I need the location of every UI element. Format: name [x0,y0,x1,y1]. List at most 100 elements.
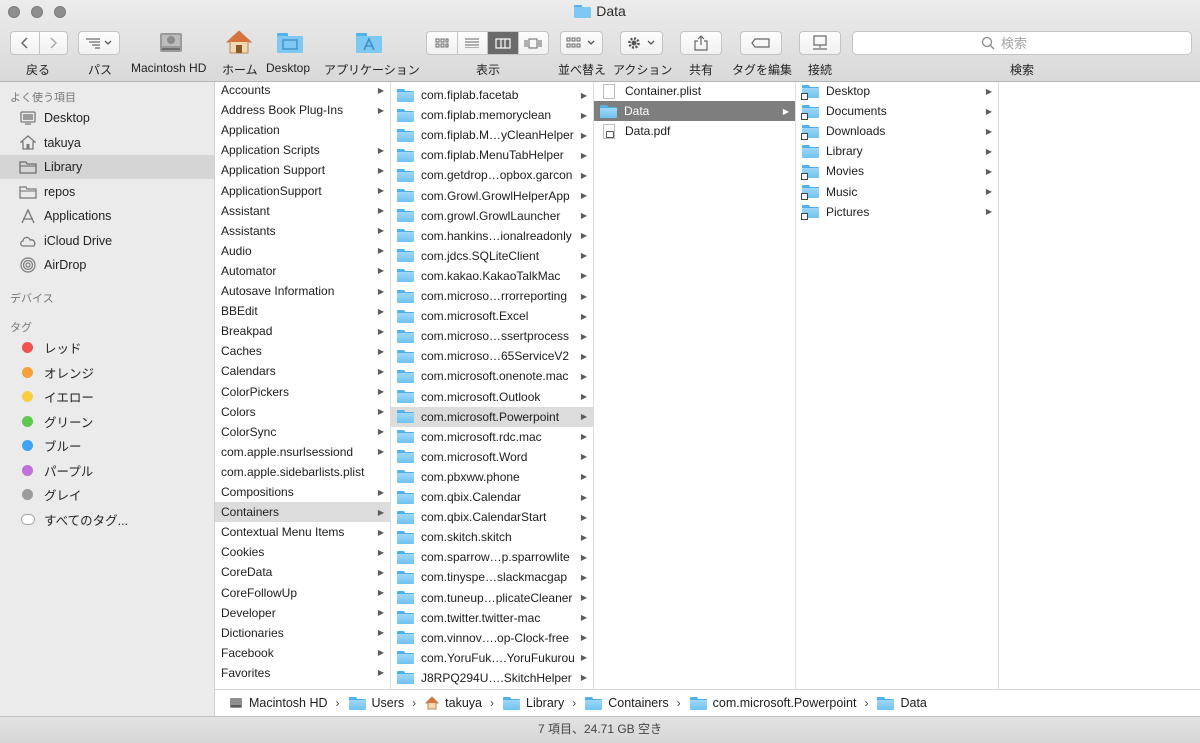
column-item[interactable]: com.microsoft.Outlook ▶ [391,387,593,407]
breadcrumb-item[interactable]: takuya › [425,696,503,710]
column-item[interactable]: Music ▶ [796,182,998,202]
column-item[interactable]: J8RPQ294U….SkitchHelper ▶ [391,668,593,688]
column-item[interactable]: Compositions ▶ [215,482,390,502]
column-item[interactable]: Autosave Information ▶ [215,281,390,301]
connect-button[interactable] [799,31,841,55]
column-item[interactable]: CoreFollowUp ▶ [215,583,390,603]
column-item[interactable]: Facebook ▶ [215,643,390,663]
column-view-button[interactable] [488,32,519,54]
icon-view-button[interactable] [427,32,458,54]
breadcrumb-item[interactable]: Library › [503,696,585,710]
column-item[interactable]: BBEdit ▶ [215,301,390,321]
edit-tags-button[interactable] [740,31,782,55]
column-item[interactable]: Calendars ▶ [215,361,390,381]
column-item[interactable]: Colors ▶ [215,402,390,422]
column-item[interactable]: Movies ▶ [796,161,998,181]
column-item[interactable]: Documents ▶ [796,101,998,121]
column-item[interactable]: Audio ▶ [215,241,390,261]
column-item[interactable]: com.sparrow…p.sparrowlite ▶ [391,547,593,567]
column-item[interactable]: Assistants ▶ [215,221,390,241]
column-item[interactable]: com.fiplab.memoryclean ▶ [391,105,593,125]
column-item[interactable]: Library ▶ [796,141,998,161]
breadcrumb-item[interactable]: Macintosh HD › [229,696,349,710]
column-item[interactable]: ColorSync ▶ [215,422,390,442]
column-item[interactable]: com.microsoft.onenote.mac ▶ [391,366,593,386]
column-item[interactable]: com.Growl.GrowlHelperApp ▶ [391,186,593,206]
back-forward-control[interactable] [10,31,68,55]
path-button[interactable] [78,31,120,55]
home-icon[interactable] [225,28,253,56]
breadcrumb-item[interactable]: Users › [348,696,426,710]
column-item[interactable]: com.microso…65ServiceV2 ▶ [391,346,593,366]
column-item[interactable]: com.pbxww.phone ▶ [391,467,593,487]
column-item[interactable]: Data ▶ [594,101,795,122]
column-item[interactable]: Containers ▶ [215,502,390,523]
column-item[interactable]: com.microsoft.Powerpoint ▶ [391,406,593,427]
column-item[interactable]: Breakpad ▶ [215,321,390,341]
back-button[interactable] [11,32,40,54]
breadcrumb-item[interactable]: Data [877,696,927,710]
hard-drive-icon[interactable] [157,28,185,56]
breadcrumb-item[interactable]: Containers › [585,696,689,710]
column-item[interactable]: com.apple.nsurlsessiond ▶ [215,442,390,462]
column-item[interactable]: CoreData ▶ [215,562,390,582]
column-item[interactable]: com.microsoft.rdc.mac ▶ [391,427,593,447]
sidebar-item-airdrop[interactable]: AirDrop [0,253,214,277]
sidebar-tag-gray[interactable]: グレイ [0,483,214,507]
sidebar-item-icloud-drive[interactable]: iCloud Drive [0,229,214,253]
column-item[interactable]: ColorPickers ▶ [215,382,390,402]
column-item[interactable]: Favorites ▶ [215,663,390,683]
column-item[interactable]: com.tuneup…plicateCleaner ▶ [391,588,593,608]
desktop-folder-icon[interactable] [276,28,304,56]
sidebar-tag-blue[interactable]: ブルー [0,434,214,458]
column-item[interactable]: Application Support ▶ [215,160,390,180]
search-input[interactable] [999,34,1063,52]
applications-folder-icon[interactable] [355,28,383,56]
containers-column[interactable]: com.fiplab.facetab ▶ com.fiplab.memoryclea… [391,82,594,689]
powerpoint-column[interactable]: Container.plist Data ▶ Data.pdf [594,82,796,689]
column-item[interactable]: com.skitch.skitch ▶ [391,527,593,547]
sidebar-item-takuya[interactable]: takuya [0,131,214,155]
column-item[interactable]: com.qbix.CalendarStart ▶ [391,507,593,527]
column-item[interactable]: com.microso…rrorreporting ▶ [391,286,593,306]
sidebar-item-desktop[interactable]: Desktop [0,106,214,130]
sidebar-item-applications[interactable]: Applications [0,204,214,228]
share-button[interactable] [680,31,722,55]
home-label[interactable]: ホーム [222,61,258,78]
column-item[interactable]: com.hankins…ionalreadonly ▶ [391,226,593,246]
column-item[interactable]: com.kakao.KakaoTalkMac ▶ [391,266,593,286]
view-mode-control[interactable] [426,31,549,55]
gallery-view-button[interactable] [519,32,549,54]
sidebar-tag-orange[interactable]: オレンジ [0,360,214,384]
column-item[interactable]: com.YoruFuk….YoruFukurou ▶ [391,648,593,668]
sidebar-all-tags[interactable]: すべてのタグ... [0,507,214,531]
column-item[interactable]: Application Scripts ▶ [215,140,390,160]
column-item[interactable]: com.vinnov….op-Clock-free ▶ [391,628,593,648]
column-item[interactable]: Dictionaries ▶ [215,623,390,643]
column-item[interactable]: Data.pdf [594,121,795,141]
column-item[interactable]: Caches ▶ [215,341,390,361]
column-item[interactable]: com.growl.GrowlLauncher ▶ [391,206,593,226]
column-item[interactable]: Address Book Plug-Ins ▶ [215,100,390,120]
desktop-label[interactable]: Desktop [266,61,310,75]
column-item[interactable]: com.fiplab.facetab ▶ [391,85,593,105]
column-item[interactable]: com.fiplab.MenuTabHelper ▶ [391,145,593,165]
macintosh-hd-label[interactable]: Macintosh HD [131,61,206,75]
breadcrumb-item[interactable]: com.microsoft.Powerpoint › [689,696,878,710]
applications-label[interactable]: アプリケーション [324,61,420,78]
column-item[interactable]: Desktop ▶ [796,82,998,101]
column-item[interactable]: com.microso…ssertprocess ▶ [391,326,593,346]
column-item[interactable]: Pictures ▶ [796,202,998,222]
column-item[interactable]: ApplicationSupport ▶ [215,181,390,201]
column-item[interactable]: com.qbix.Calendar ▶ [391,487,593,507]
column-item[interactable]: com.getdrop…opbox.garcon ▶ [391,165,593,185]
sidebar-item-repos[interactable]: repos [0,180,214,204]
column-item[interactable]: Contextual Menu Items ▶ [215,522,390,542]
sidebar-tag-yellow[interactable]: イエロー [0,385,214,409]
column-item[interactable]: Developer ▶ [215,603,390,623]
column-item[interactable]: com.twitter.twitter-mac ▶ [391,608,593,628]
column-item[interactable]: Accounts ▶ [215,82,390,100]
sidebar-tag-green[interactable]: グリーン [0,409,214,433]
column-item[interactable]: Container.plist [594,82,795,101]
column-item[interactable]: com.tinyspe…slackmacgap ▶ [391,567,593,587]
